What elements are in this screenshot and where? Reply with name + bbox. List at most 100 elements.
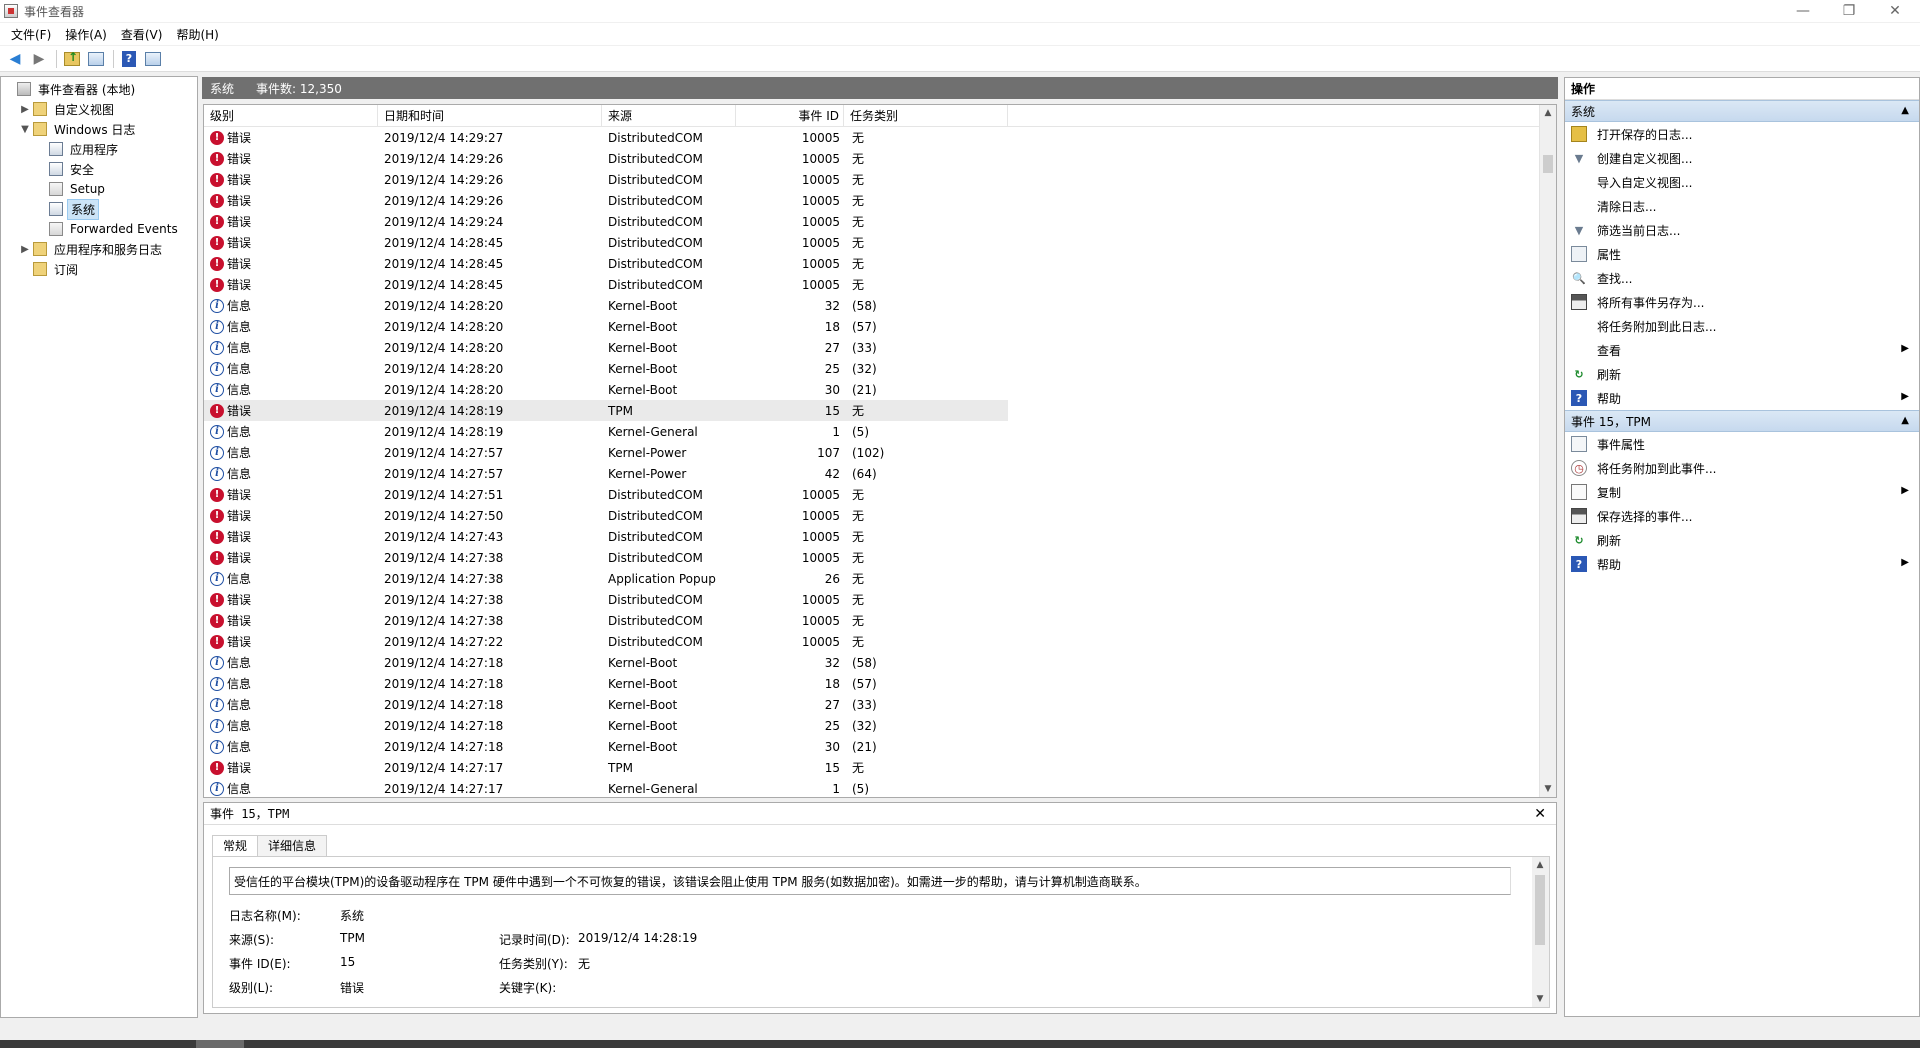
forward-arrow-icon[interactable]: ▶ <box>28 49 50 69</box>
table-row[interactable]: ! 错误 2019/12/4 14:29:26 DistributedCOM 10005… <box>204 148 1540 169</box>
table-row[interactable]: i 信息 2019/12/4 14:28:20 Kernel-Boot 32 (58) <box>204 295 1540 316</box>
tree-item[interactable]: 事件查看器 (本地) <box>1 79 197 99</box>
action-item[interactable]: 将所有事件另存为... <box>1565 290 1919 314</box>
tab-details[interactable]: 详细信息 <box>257 835 328 857</box>
table-row[interactable]: ! 错误 2019/12/4 14:28:45 DistributedCOM 10005… <box>204 253 1540 274</box>
show-hide-tree-button[interactable] <box>85 49 107 69</box>
action-item[interactable]: 将任务附加到此日志... <box>1565 314 1919 338</box>
table-row[interactable]: ! 错误 2019/12/4 14:27:22 DistributedCOM 10005… <box>204 631 1540 652</box>
table-row[interactable]: ! 错误 2019/12/4 14:27:17 TPM 15 无 <box>204 757 1540 778</box>
scroll-down-icon[interactable]: ▼ <box>1540 781 1556 797</box>
column-date[interactable]: 日期和时间 <box>378 105 602 127</box>
actions-section-header[interactable]: 系统 ▲ <box>1565 100 1919 122</box>
column-level[interactable]: 级别 <box>204 105 378 127</box>
menu-action[interactable]: 操作(A) <box>58 26 114 43</box>
action-item[interactable]: 事件属性 <box>1565 432 1919 456</box>
level-text: 信息 <box>227 425 252 439</box>
table-row[interactable]: i 信息 2019/12/4 14:27:57 Kernel-Power 42 (64) <box>204 463 1540 484</box>
action-item[interactable]: ▼ 创建自定义视图... <box>1565 146 1919 170</box>
column-source[interactable]: 来源 <box>602 105 736 127</box>
table-row[interactable]: ! 错误 2019/12/4 14:28:45 DistributedCOM 10005… <box>204 274 1540 295</box>
minimize-button[interactable]: — <box>1780 0 1826 22</box>
action-item[interactable]: ▼ 筛选当前日志... <box>1565 218 1919 242</box>
scroll-up-icon[interactable]: ▲ <box>1540 105 1556 121</box>
tab-general[interactable]: 常规 <box>212 835 259 857</box>
table-row[interactable]: ! 错误 2019/12/4 14:29:27 DistributedCOM 10005… <box>204 127 1540 148</box>
tree-item[interactable]: Forwarded Events <box>1 219 197 239</box>
table-row[interactable]: ! 错误 2019/12/4 14:29:26 DistributedCOM 10005… <box>204 169 1540 190</box>
table-row[interactable]: ! 错误 2019/12/4 14:27:51 DistributedCOM 10005… <box>204 484 1540 505</box>
table-row[interactable]: ! 错误 2019/12/4 14:27:50 DistributedCOM 10005… <box>204 505 1540 526</box>
table-row[interactable]: i 信息 2019/12/4 14:28:19 Kernel-General 1 (5) <box>204 421 1540 442</box>
table-row[interactable]: i 信息 2019/12/4 14:27:38 Application Popup 26… <box>204 568 1540 589</box>
action-item[interactable]: ? 帮助 ▶ <box>1565 386 1919 410</box>
show-hide-action-pane-button[interactable] <box>142 49 164 69</box>
table-row[interactable]: ! 错误 2019/12/4 14:28:19 TPM 15 无 <box>204 400 1008 421</box>
up-level-button[interactable] <box>61 49 83 69</box>
action-item[interactable]: 🔍 查找... <box>1565 266 1919 290</box>
cell-task: (5) <box>852 424 869 439</box>
tree-item[interactable]: 安全 <box>1 159 197 179</box>
table-row[interactable]: ! 错误 2019/12/4 14:29:24 DistributedCOM 10005… <box>204 211 1540 232</box>
scroll-up-icon[interactable]: ▲ <box>1532 857 1548 873</box>
table-row[interactable]: ! 错误 2019/12/4 14:27:38 DistributedCOM 10005… <box>204 589 1540 610</box>
close-button[interactable]: ✕ <box>1872 0 1918 22</box>
tree-item[interactable]: 订阅 <box>1 259 197 279</box>
table-row[interactable]: ! 错误 2019/12/4 14:27:38 DistributedCOM 10005… <box>204 610 1540 631</box>
action-item[interactable]: ↻ 刷新 <box>1565 528 1919 552</box>
table-row[interactable]: i 信息 2019/12/4 14:28:20 Kernel-Boot 27 (33) <box>204 337 1540 358</box>
back-arrow-icon[interactable]: ◀ <box>4 49 26 69</box>
table-row[interactable]: i 信息 2019/12/4 14:27:18 Kernel-Boot 25 (32) <box>204 715 1540 736</box>
table-row[interactable]: i 信息 2019/12/4 14:27:18 Kernel-Boot 30 (21) <box>204 736 1540 757</box>
action-item[interactable]: 清除日志... <box>1565 194 1919 218</box>
tree-item[interactable]: ▶ 自定义视图 <box>1 99 197 119</box>
action-item[interactable]: ? 帮助 ▶ <box>1565 552 1919 576</box>
taskbar-active-app[interactable] <box>196 1040 244 1048</box>
action-item[interactable]: ↻ 刷新 <box>1565 362 1919 386</box>
scroll-down-icon[interactable]: ▼ <box>1532 991 1548 1007</box>
table-row[interactable]: i 信息 2019/12/4 14:28:20 Kernel-Boot 25 (32) <box>204 358 1540 379</box>
expand-icon[interactable]: ▶ <box>19 104 31 115</box>
table-row[interactable]: i 信息 2019/12/4 14:27:18 Kernel-Boot 18 (57) <box>204 673 1540 694</box>
table-row[interactable]: ! 错误 2019/12/4 14:28:45 DistributedCOM 10005… <box>204 232 1540 253</box>
action-item[interactable]: 打开保存的日志... <box>1565 122 1919 146</box>
table-row[interactable]: i 信息 2019/12/4 14:27:17 Kernel-General 1 (5) <box>204 778 1540 797</box>
menu-help[interactable]: 帮助(H) <box>169 26 225 43</box>
column-event-id[interactable]: 事件 ID <box>736 105 844 127</box>
table-row[interactable]: i 信息 2019/12/4 14:27:18 Kernel-Boot 32 (58) <box>204 652 1540 673</box>
scrollbar-thumb[interactable] <box>1535 875 1545 945</box>
menu-view[interactable]: 查看(V) <box>114 26 170 43</box>
action-item[interactable]: 查看 ▶ <box>1565 338 1919 362</box>
menu-file[interactable]: 文件(F) <box>4 26 58 43</box>
table-row[interactable]: ! 错误 2019/12/4 14:27:38 DistributedCOM 10005… <box>204 547 1540 568</box>
detail-scrollbar[interactable]: ▲ ▼ <box>1532 857 1549 1007</box>
tree-item[interactable]: 应用程序 <box>1 139 197 159</box>
event-description[interactable]: 受信任的平台模块(TPM)的设备驱动程序在 TPM 硬件中遇到一个不可恢复的错误… <box>229 867 1511 895</box>
scrollbar-thumb[interactable] <box>1543 155 1553 173</box>
actions-section-header[interactable]: 事件 15，TPM ▲ <box>1565 410 1919 432</box>
table-row[interactable]: i 信息 2019/12/4 14:28:20 Kernel-Boot 30 (21) <box>204 379 1540 400</box>
action-item[interactable]: 导入自定义视图... <box>1565 170 1919 194</box>
close-icon[interactable]: ✕ <box>1534 806 1546 822</box>
table-row[interactable]: ! 错误 2019/12/4 14:27:43 DistributedCOM 10005… <box>204 526 1540 547</box>
restore-button[interactable]: ❐ <box>1826 0 1872 22</box>
collapse-icon[interactable]: ▲ <box>1901 105 1909 116</box>
help-button[interactable]: ? <box>118 49 140 69</box>
action-item[interactable]: ◷ 将任务附加到此事件... <box>1565 456 1919 480</box>
action-item[interactable]: 复制 ▶ <box>1565 480 1919 504</box>
action-item[interactable]: 保存选择的事件... <box>1565 504 1919 528</box>
table-row[interactable]: i 信息 2019/12/4 14:28:20 Kernel-Boot 18 (57) <box>204 316 1540 337</box>
tree-item[interactable]: Setup <box>1 179 197 199</box>
tree-item[interactable]: 系统 <box>1 198 197 220</box>
table-row[interactable]: i 信息 2019/12/4 14:27:57 Kernel-Power 107 (102… <box>204 442 1540 463</box>
expand-icon[interactable]: ▶ <box>19 244 31 255</box>
tree-item[interactable]: ▼ Windows 日志 <box>1 119 197 139</box>
collapse-icon[interactable]: ▲ <box>1901 415 1909 426</box>
tree-item[interactable]: ▶ 应用程序和服务日志 <box>1 239 197 259</box>
action-item[interactable]: 属性 <box>1565 242 1919 266</box>
table-row[interactable]: i 信息 2019/12/4 14:27:18 Kernel-Boot 27 (33) <box>204 694 1540 715</box>
column-task[interactable]: 任务类别 <box>844 105 1008 127</box>
table-row[interactable]: ! 错误 2019/12/4 14:29:26 DistributedCOM 10005… <box>204 190 1540 211</box>
collapse-icon[interactable]: ▼ <box>19 124 31 135</box>
event-list-scrollbar[interactable]: ▲ ▼ <box>1539 105 1556 797</box>
